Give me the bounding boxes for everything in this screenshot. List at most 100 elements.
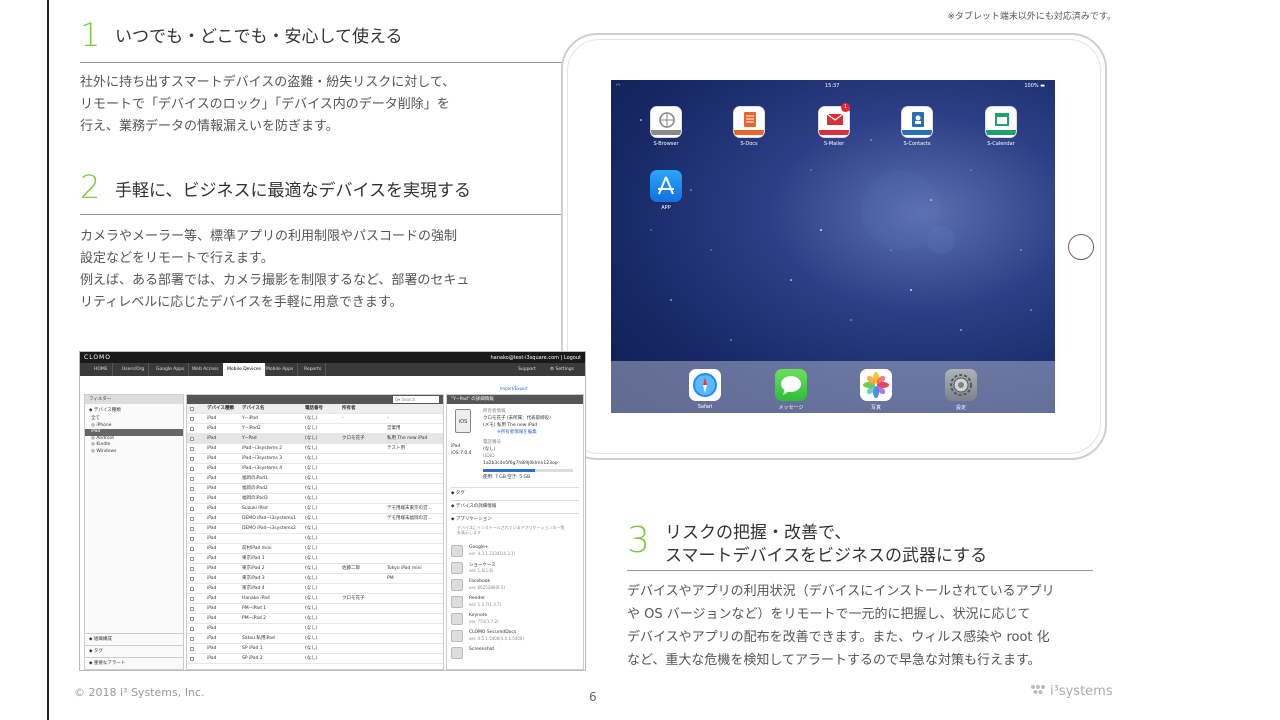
table-cell: (なし)	[305, 526, 318, 531]
nav-tab-web-access[interactable]: Web Access	[188, 363, 224, 376]
row-checkbox[interactable]	[190, 517, 194, 521]
app-icon	[451, 562, 463, 574]
dock-settings[interactable]: 設定	[939, 369, 983, 411]
table-row[interactable]: iPad SP iPad 2 (なし)	[187, 654, 443, 664]
row-checkbox[interactable]	[190, 457, 194, 461]
table-row[interactable]: iPad Y−iPad2 (なし) 営業用	[187, 424, 443, 434]
col-header[interactable]: デバイス名	[242, 404, 264, 414]
globe-icon	[650, 106, 682, 138]
app-s-calendar[interactable]: S-Calendar	[979, 106, 1023, 147]
dock-safari[interactable]: Safari	[683, 369, 727, 410]
table-row[interactable]: iPad 東京iPad 1 (なし)	[187, 554, 443, 564]
row-checkbox[interactable]	[190, 507, 194, 511]
app-s-mailer[interactable]: 1 S-Mailer	[812, 103, 856, 147]
table-row[interactable]: iPad 福岡のiPad1 (なし)	[187, 474, 443, 484]
col-header[interactable]: 所有者	[342, 404, 356, 414]
row-checkbox[interactable]	[190, 527, 194, 531]
app-store[interactable]: APP	[644, 170, 688, 211]
table-row[interactable]: iPad iPad−i3systems 2 (なし) テスト用	[187, 444, 443, 454]
dock-photos[interactable]: 写真	[854, 369, 898, 411]
table-body: iPad Y−iPad (なし) - - iPad Y−iPad2 (なし) 営業用 iPad Y−…	[187, 414, 443, 664]
row-checkbox[interactable]	[190, 597, 194, 601]
table-row[interactable]: iPad 東京iPad 2 (なし) 佐藤二郎 Tokyo iPad mini	[187, 564, 443, 574]
row-checkbox[interactable]	[190, 587, 194, 591]
table-cell: (なし)	[305, 586, 318, 591]
nav-tab-reports[interactable]: Reports	[300, 363, 327, 376]
table-row[interactable]: iPad DEMO iPad−i3systems1 (なし) デモ用端末福岡の営...	[187, 514, 443, 524]
row-checkbox[interactable]	[190, 467, 194, 471]
row-checkbox[interactable]	[190, 607, 194, 611]
side-section-org[interactable]: ◆ 組織構成	[85, 633, 183, 645]
row-checkbox[interactable]	[190, 647, 194, 651]
import-export-link[interactable]: Import/Export	[500, 386, 528, 391]
row-checkbox[interactable]	[190, 427, 194, 431]
side-section-tags[interactable]: ◆ タグ	[85, 645, 183, 657]
table-cell: (なし)	[305, 506, 318, 511]
table-row[interactable]: iPad Suzuki iPad (なし) デモ用端末東京の営...	[187, 504, 443, 514]
table-row[interactable]: iPad Hanako iPad (なし) クロモ花子	[187, 594, 443, 604]
row-checkbox[interactable]	[190, 557, 194, 561]
nav-tab-mobile-apps[interactable]: Mobile Apps	[262, 363, 299, 376]
table-row[interactable]: iPad iPad−i3systems 4 (なし)	[187, 464, 443, 474]
table-row[interactable]: iPad 東京iPad 3 (なし) PM	[187, 574, 443, 584]
table-row[interactable]: iPad PM−iPad 1 (なし)	[187, 604, 443, 614]
nav-tab-mobile-devices[interactable]: Mobile Devices	[223, 363, 266, 376]
row-checkbox[interactable]	[190, 417, 194, 421]
section-3-rule	[627, 570, 1093, 571]
nav-settings[interactable]: ⚙ Settings	[550, 363, 574, 376]
detail-section-tags[interactable]: ◆ タグ	[451, 487, 579, 496]
search-input[interactable]: Q▾ Search	[393, 396, 439, 403]
nav-tab-users[interactable]: Users/Org	[118, 363, 150, 376]
table-row[interactable]: iPad Y−Pad (なし) クロモ花子 私用 The new iPad	[187, 434, 443, 444]
col-header[interactable]: デバイス種類	[207, 404, 234, 414]
row-checkbox[interactable]	[190, 487, 194, 491]
table-row[interactable]: iPad SP iPad 1 (なし)	[187, 644, 443, 654]
table-row[interactable]: iPad 前村iPad mini (なし)	[187, 544, 443, 554]
detail-section-device[interactable]: ◆ デバイスの詳細情報	[451, 500, 579, 509]
edit-owner-link[interactable]: ※所有者情報を編集	[497, 429, 537, 436]
table-row[interactable]: iPad 東京iPad 4 (なし)	[187, 584, 443, 594]
table-row[interactable]: iPad (なし)	[187, 534, 443, 544]
section-3-line: デバイスやアプリの配布を改善できます。また、ウィルス感染や root 化	[627, 630, 1050, 645]
table-row[interactable]: iPad DEMO iPad−i3systems2 (なし)	[187, 524, 443, 534]
row-checkbox[interactable]	[190, 547, 194, 551]
device-type-heading[interactable]: ◆ デバイス種類	[85, 404, 183, 416]
select-all-checkbox[interactable]	[190, 407, 194, 411]
col-header[interactable]: 電話番号	[305, 404, 323, 414]
console-user[interactable]: hanako@test-i3square.com | Logout	[490, 355, 581, 361]
table-row[interactable]: iPad 福岡のiPad2 (なし)	[187, 484, 443, 494]
table-row[interactable]: iPad 福岡のiPad3 (なし)	[187, 494, 443, 504]
table-cell: Y−iPad2	[242, 426, 261, 431]
nav-tab-google-apps[interactable]: Google Apps	[152, 363, 190, 376]
table-row[interactable]: iPad Y−iPad (なし) - -	[187, 414, 443, 424]
row-checkbox[interactable]	[190, 497, 194, 501]
app-s-browser[interactable]: S-Browser	[644, 106, 688, 147]
side-section-alerts[interactable]: ◆ 重要なアラート	[85, 657, 183, 669]
table-cell: iPad	[207, 486, 217, 491]
row-checkbox[interactable]	[190, 477, 194, 481]
filter-item[interactable]: ◎ Windows	[85, 449, 183, 456]
row-checkbox[interactable]	[190, 627, 194, 631]
row-checkbox[interactable]	[190, 567, 194, 571]
table-row[interactable]: iPad iPad−i3systems 3 (なし)	[187, 454, 443, 464]
row-checkbox[interactable]	[190, 447, 194, 451]
dock-messages[interactable]: メッセージ	[769, 369, 813, 411]
table-row[interactable]: iPad (なし)	[187, 624, 443, 634]
app-s-contacts[interactable]: S-Contacts	[895, 106, 939, 147]
table-cell: (なし)	[305, 596, 318, 601]
row-checkbox[interactable]	[190, 657, 194, 661]
row-checkbox[interactable]	[190, 577, 194, 581]
table-row[interactable]: iPad PM−iPad 2 (なし)	[187, 614, 443, 624]
section-2-line: 設定などをリモートで行えます。	[80, 251, 274, 266]
row-checkbox[interactable]	[190, 637, 194, 641]
home-button[interactable]	[1068, 234, 1094, 260]
table-row[interactable]: iPad Satou 私用iPad (なし)	[187, 634, 443, 644]
row-checkbox[interactable]	[190, 617, 194, 621]
row-checkbox[interactable]	[190, 537, 194, 541]
detail-section-apps[interactable]: ◆ アプリケーション	[451, 513, 579, 522]
nav-support[interactable]: Support	[518, 363, 536, 376]
nav-tab-home[interactable]: HOME	[90, 363, 113, 376]
app-s-docs[interactable]: S-Docs	[727, 106, 771, 147]
row-checkbox[interactable]	[190, 437, 194, 441]
usage-value: (メモ) 私用 The new iPad	[483, 423, 538, 428]
